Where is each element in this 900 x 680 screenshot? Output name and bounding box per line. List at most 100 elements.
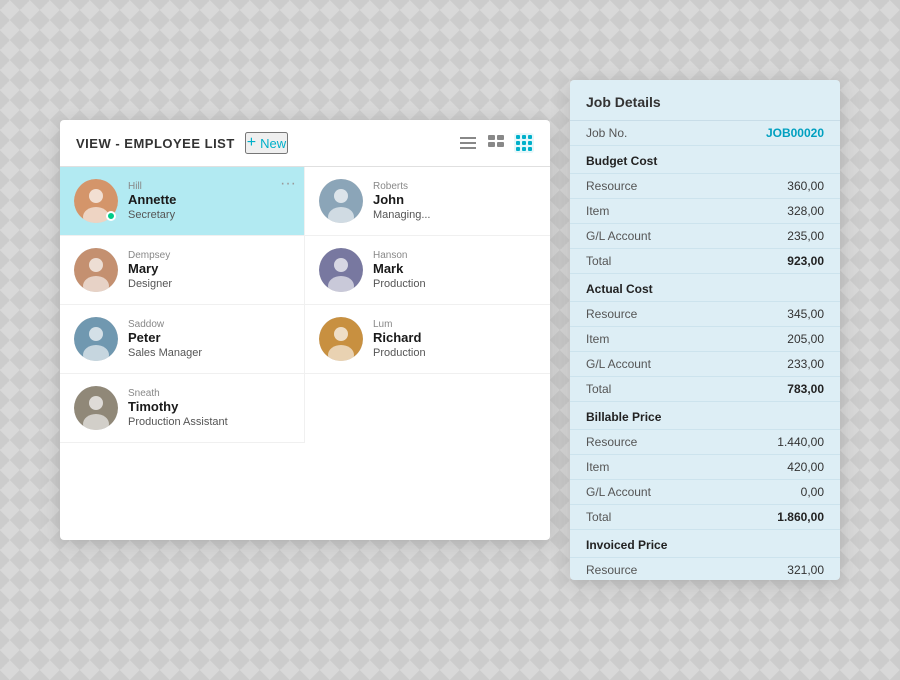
job-no-label: Job No. (586, 126, 627, 140)
avatar (319, 248, 363, 292)
card-info: RobertsJohnManaging... (373, 181, 430, 221)
employee-grid: HillAnnetteSecretary··· RobertsJohnManag… (60, 167, 550, 443)
job-details-content: Job No. JOB00020 Budget Cost Resource 360,00… (570, 121, 840, 580)
row-value: 1.440,00 (777, 435, 824, 449)
row-value: 205,00 (787, 332, 824, 346)
row-label: Total (586, 510, 611, 524)
row-value: 233,00 (787, 357, 824, 371)
row-label: Item (586, 332, 609, 346)
grid-view-icon[interactable] (514, 133, 534, 153)
detail-row: Total 923,00 (570, 249, 840, 274)
online-indicator (106, 211, 116, 221)
row-label: Item (586, 460, 609, 474)
panel-title: VIEW - EMPLOYEE LIST (76, 136, 235, 151)
card-name: Annette (128, 192, 176, 207)
row-label: G/L Account (586, 485, 651, 499)
detail-row: G/L Account 235,00 (570, 224, 840, 249)
avatar (319, 179, 363, 223)
row-label: G/L Account (586, 357, 651, 371)
card-info: SneathTimothyProduction Assistant (128, 388, 228, 428)
detail-row: Total 783,00 (570, 377, 840, 402)
detail-row: Item 205,00 (570, 327, 840, 352)
row-value: 328,00 (787, 204, 824, 218)
card-name: Richard (373, 330, 426, 345)
plus-icon: + (247, 134, 256, 152)
new-button[interactable]: + New (245, 132, 288, 154)
card-info: LumRichard Production (373, 319, 426, 359)
detail-row: Item420,00 (570, 455, 840, 480)
card-role: Sales Manager (128, 347, 202, 359)
row-label: Item (586, 204, 609, 218)
row-value: 360,00 (787, 179, 824, 193)
row-value: 345,00 (787, 307, 824, 321)
card-role: Production Assistant (128, 416, 228, 428)
card-surname: Saddow (128, 319, 202, 330)
row-value: 235,00 (787, 229, 824, 243)
employee-card[interactable]: LumRichard Production (305, 305, 550, 374)
section-header: Budget Cost (570, 146, 840, 174)
row-label: Resource (586, 563, 637, 577)
list-view-icon[interactable] (458, 133, 478, 153)
row-label: Total (586, 254, 611, 268)
employee-card[interactable]: HansonMark Production (305, 236, 550, 305)
card-surname: Dempsey (128, 250, 172, 261)
view-icons (458, 133, 534, 153)
detail-row: Resource 345,00 (570, 302, 840, 327)
row-value: 321,00 (787, 563, 824, 577)
employee-card[interactable]: DempseyMary Designer (60, 236, 305, 305)
detail-row: Total 1.860,00 (570, 505, 840, 530)
card-role: Production (373, 347, 426, 359)
card-info: SaddowPeter Sales Manager (128, 319, 202, 359)
employee-list-panel: VIEW - EMPLOYEE LIST + New (60, 120, 550, 540)
card-name: Mark (373, 261, 426, 276)
row-label: Resource (586, 179, 637, 193)
card-info: HansonMark Production (373, 250, 426, 290)
card-surname: Hanson (373, 250, 426, 261)
employee-card[interactable]: SaddowPeter Sales Manager (60, 305, 305, 374)
detail-row: G/L Account 0,00 (570, 480, 840, 505)
section-name: Billable Price (586, 410, 661, 424)
job-details-title: Job Details (570, 80, 840, 121)
row-value: 783,00 (787, 382, 824, 396)
card-menu-icon[interactable]: ··· (280, 175, 296, 193)
detail-row: Resource 321,00 (570, 558, 840, 580)
card-role: Designer (128, 278, 172, 290)
employee-card[interactable]: RobertsJohnManaging... (305, 167, 550, 236)
detail-row: Resource1.440,00 (570, 430, 840, 455)
card-surname: Hill (128, 181, 176, 192)
job-details-panel: Job Details Job No. JOB00020 Budget Cost Re… (570, 80, 840, 580)
job-no-row: Job No. JOB00020 (570, 121, 840, 146)
card-name: Peter (128, 330, 202, 345)
card-role: Production (373, 278, 426, 290)
section-header: Billable Price (570, 402, 840, 430)
card-info: HillAnnette Secretary (128, 181, 176, 221)
employee-card[interactable]: SneathTimothyProduction Assistant (60, 374, 305, 443)
card-role: Managing... (373, 209, 430, 221)
avatar (74, 317, 118, 361)
detail-row: Resource 360,00 (570, 174, 840, 199)
row-label: Resource (586, 307, 637, 321)
row-value: 1.860,00 (777, 510, 824, 524)
avatar (319, 317, 363, 361)
avatar (74, 248, 118, 292)
section-name: Actual Cost (586, 282, 653, 296)
detail-row: Item 328,00 (570, 199, 840, 224)
card-surname: Lum (373, 319, 426, 330)
job-no-value: JOB00020 (766, 126, 824, 140)
card-name: John (373, 192, 430, 207)
row-value: 923,00 (787, 254, 824, 268)
card-surname: Sneath (128, 388, 228, 399)
row-label: G/L Account (586, 229, 651, 243)
section-header: Actual Cost (570, 274, 840, 302)
card-name: Mary (128, 261, 172, 276)
employee-card[interactable]: HillAnnette Secretary ··· (60, 167, 305, 236)
row-label: Total (586, 382, 611, 396)
card-role: Secretary (128, 209, 176, 221)
row-value: 0,00 (801, 485, 824, 499)
panel-header: VIEW - EMPLOYEE LIST + New (60, 120, 550, 167)
new-label: New (260, 136, 286, 151)
card-view-icon[interactable] (486, 133, 506, 153)
section-header: Invoiced Price (570, 530, 840, 558)
avatar (74, 386, 118, 430)
section-name: Budget Cost (586, 154, 657, 168)
